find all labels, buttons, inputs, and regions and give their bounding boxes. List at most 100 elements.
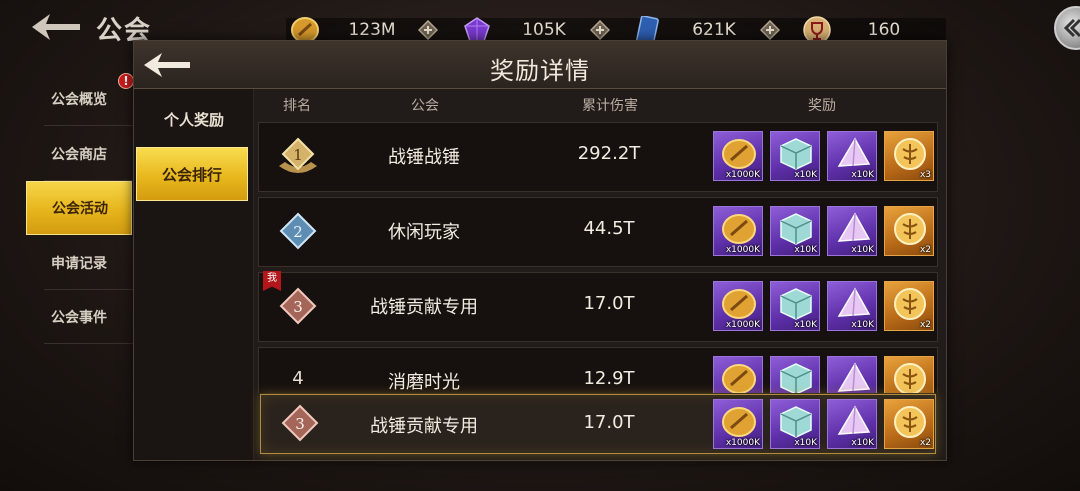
rank-number: 3 xyxy=(295,415,305,433)
sidebar-item-applications[interactable]: 申请记录 xyxy=(44,236,134,290)
reward-item-coin[interactable]: x1000K xyxy=(713,131,763,181)
reward-quantity: x1000K xyxy=(725,438,760,448)
gold-coin-icon xyxy=(722,139,756,169)
column-header-guild: 公会 xyxy=(411,98,439,114)
reward-item-coin[interactable] xyxy=(713,356,763,393)
currency-value: 621K xyxy=(692,20,736,40)
reward-item-cube[interactable] xyxy=(770,356,820,393)
reward-item-crystal[interactable]: x10K xyxy=(827,399,877,449)
chevron-left-icon xyxy=(1063,18,1080,38)
guild-name: 战锤贡献专用 xyxy=(370,416,478,437)
sidebar-item-activity[interactable]: 公会活动 xyxy=(26,181,132,235)
reward-item-coin[interactable]: x1000K xyxy=(713,281,763,331)
reward-item-coin[interactable]: x1000K xyxy=(713,399,763,449)
reward-item-medal[interactable] xyxy=(884,356,934,393)
crystal-cube-icon xyxy=(780,363,812,393)
sidebar-item-label: 公会活动 xyxy=(52,201,108,217)
reward-item-crystal[interactable] xyxy=(827,356,877,393)
reward-quantity: x10K xyxy=(851,245,874,255)
reward-quantity: x1000K xyxy=(725,170,760,180)
reward-item-crystal[interactable]: x10K xyxy=(827,281,877,331)
medal-icon xyxy=(894,213,926,245)
pink-crystal-icon xyxy=(837,287,871,317)
ranking-row[interactable]: 我 3 战锤贡献专用 17.0T x1000K x10K x10K x2 xyxy=(258,271,938,342)
tab-personal-rewards[interactable]: 个人奖励 xyxy=(134,93,254,147)
guild-name: 休闲玩家 xyxy=(388,222,460,243)
panel-title: 奖励详情 xyxy=(490,57,590,85)
reward-item-coin[interactable]: x1000K xyxy=(713,206,763,256)
gold-coin-icon xyxy=(722,214,756,244)
add-currency-icon[interactable] xyxy=(760,20,780,40)
reward-quantity: x10K xyxy=(851,170,874,180)
sidebar-item-label: 公会事件 xyxy=(51,309,107,326)
reward-quantity: x10K xyxy=(794,320,817,330)
ranking-row[interactable]: 1 战锤战锤 292.2T x1000K x10K x10K x3 xyxy=(258,122,938,192)
reward-quantity: x1000K xyxy=(725,320,760,330)
reward-item-crystal[interactable]: x10K xyxy=(827,131,877,181)
damage-value: 292.2T xyxy=(577,143,641,164)
sidebar-item-overview[interactable]: 公会概览 xyxy=(44,72,134,126)
add-currency-icon[interactable] xyxy=(590,20,610,40)
ranking-row[interactable]: 4 消磨时光 12.9T xyxy=(258,347,938,393)
damage-value: 17.0T xyxy=(583,412,635,433)
reward-item-medal[interactable]: x2 xyxy=(884,206,934,256)
gold-coin-icon xyxy=(722,364,756,393)
currency-value: 105K xyxy=(522,20,566,40)
rank-silver-badge-icon: 2 xyxy=(279,212,317,250)
back-arrow-icon[interactable] xyxy=(30,12,82,42)
crystal-cube-icon xyxy=(780,288,812,320)
reward-item-cube[interactable]: x10K xyxy=(770,399,820,449)
reward-quantity: x2 xyxy=(919,245,931,255)
reward-item-cube[interactable]: x10K xyxy=(770,206,820,256)
currency-value: 160 xyxy=(867,20,901,40)
damage-value: 17.0T xyxy=(583,293,635,314)
reward-quantity: x10K xyxy=(851,438,874,448)
reward-item-medal[interactable]: x3 xyxy=(884,131,934,181)
panel-header: 奖励详情 xyxy=(134,41,946,89)
column-header-damage: 累计伤害 xyxy=(582,98,638,114)
reward-quantity: x10K xyxy=(851,320,874,330)
ranking-row[interactable]: 2 休闲玩家 44.5T x1000K x10K x10K x2 xyxy=(258,197,938,267)
rank-bronze-badge-icon: 3 xyxy=(279,287,317,325)
reward-item-cube[interactable]: x10K xyxy=(770,131,820,181)
crystal-cube-icon xyxy=(780,213,812,245)
reward-item-medal[interactable]: x2 xyxy=(884,281,934,331)
side-menu-button[interactable] xyxy=(1054,6,1080,50)
my-guild-row[interactable]: 3 战锤贡献专用 17.0T x1000K x10K x10K x2 xyxy=(260,394,936,454)
reward-quantity: x10K xyxy=(794,438,817,448)
medal-icon xyxy=(894,288,926,320)
medal-icon xyxy=(894,363,926,393)
pink-crystal-icon xyxy=(837,212,871,242)
reward-quantity: x10K xyxy=(794,245,817,255)
pink-crystal-icon xyxy=(837,405,871,435)
tab-guild-ranking[interactable]: 公会排行 xyxy=(136,147,248,201)
reward-item-crystal[interactable]: x10K xyxy=(827,206,877,256)
add-currency-icon[interactable] xyxy=(418,20,438,40)
crystal-cube-icon xyxy=(780,138,812,170)
gold-coin-icon xyxy=(722,407,756,437)
sidebar-item-shop[interactable]: 公会商店 xyxy=(44,127,134,181)
medal-icon xyxy=(894,138,926,170)
guild-name: 战锤战锤 xyxy=(388,147,460,168)
reward-quantity: x10K xyxy=(794,170,817,180)
reward-item-medal[interactable]: x2 xyxy=(884,399,934,449)
column-header-reward: 奖励 xyxy=(808,98,836,114)
crystal-cube-icon xyxy=(780,406,812,438)
pink-crystal-icon xyxy=(837,362,871,392)
guild-name: 战锤贡献专用 xyxy=(370,297,478,318)
pink-crystal-icon xyxy=(837,137,871,167)
panel-tabs: 个人奖励 公会排行 xyxy=(134,89,254,460)
rank-gold-badge-icon: 1 xyxy=(279,137,317,173)
sidebar-item-events[interactable]: 公会事件 xyxy=(44,290,134,344)
currency-value: 123M xyxy=(348,20,396,40)
reward-item-cube[interactable]: x10K xyxy=(770,281,820,331)
sidebar-item-label: 申请记录 xyxy=(51,255,107,272)
damage-value: 12.9T xyxy=(583,368,635,389)
reward-quantity: x3 xyxy=(919,170,931,180)
guild-name: 消磨时光 xyxy=(388,372,460,393)
medal-icon xyxy=(894,406,926,438)
column-header-rank: 排名 xyxy=(283,98,311,114)
reward-quantity: x2 xyxy=(919,438,931,448)
damage-value: 44.5T xyxy=(583,218,635,239)
reward-quantity: x1000K xyxy=(725,245,760,255)
